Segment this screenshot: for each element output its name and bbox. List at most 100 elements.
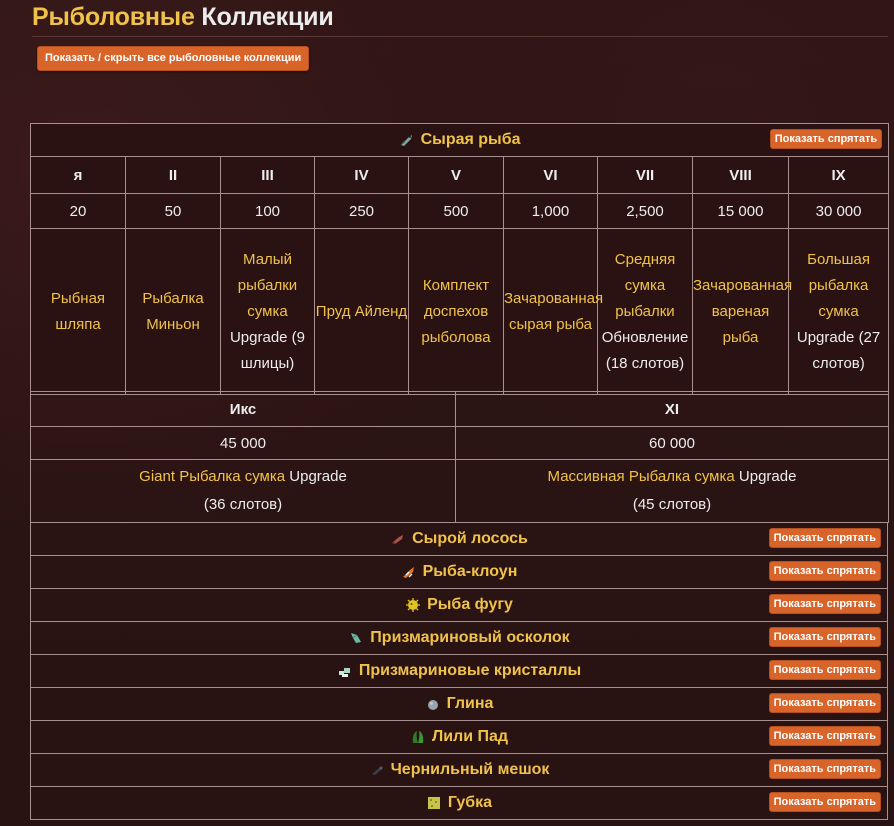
raw-salmon-icon bbox=[390, 531, 406, 547]
lily-pad-icon bbox=[410, 729, 426, 745]
tier-label: V bbox=[408, 156, 504, 194]
reward-link[interactable]: Рыбная шляпа bbox=[51, 290, 105, 333]
category-label: Глина bbox=[446, 695, 494, 712]
ink-sac-show-hide-button[interactable]: Показать спрятать bbox=[768, 759, 881, 779]
title-part-collections: Коллекции bbox=[201, 3, 334, 31]
tier-amount: 500 bbox=[408, 193, 504, 229]
category-label: Призмариновый осколок bbox=[370, 629, 570, 646]
amount-row: 20 50 100 250 500 1,000 2,500 15 000 30 … bbox=[30, 193, 890, 229]
tier-label: VIII bbox=[692, 156, 789, 194]
ink-sac-icon bbox=[369, 762, 385, 778]
tier-reward: Giant Рыбалка сумка Upgrade (36 слотов) bbox=[30, 459, 456, 523]
tier-reward: Комплект доспехов рыболова bbox=[408, 228, 504, 395]
category-label: Чернильный мешок bbox=[390, 761, 550, 778]
category-raw-salmon: Сырой лосось Показать спрятать bbox=[30, 522, 888, 556]
tier-label: я bbox=[30, 156, 126, 194]
tier-reward: Массивная Рыбалка сумка Upgrade (45 слот… bbox=[455, 459, 889, 523]
reward-link[interactable]: Пруд Айленд bbox=[316, 303, 407, 320]
tier-amount: 30 000 bbox=[787, 193, 890, 229]
sponge-show-hide-button[interactable]: Показать спрятать bbox=[768, 792, 881, 812]
reward-note: Обновление (18 слотов) bbox=[601, 328, 689, 372]
prismarine-crystals-show-hide-button[interactable]: Показать спрятать bbox=[768, 660, 881, 680]
reward-slots: (45 слотов) bbox=[632, 496, 712, 513]
raw-salmon-show-hide-button[interactable]: Показать спрятать bbox=[768, 528, 881, 548]
tier-amount: 250 bbox=[314, 193, 409, 229]
raw-fish-title: Сырая рыба bbox=[420, 131, 521, 148]
tier-label: II bbox=[125, 156, 221, 194]
reward-link[interactable]: Комплект доспехов рыболова bbox=[421, 277, 490, 346]
tier-label: VI bbox=[503, 156, 598, 194]
category-label: Губка bbox=[447, 794, 493, 811]
tier-amount: 20 bbox=[30, 193, 126, 229]
reward-link[interactable]: Малый рыбалки сумка bbox=[238, 251, 297, 320]
category-lily-pad: Лили Пад Показать спрятать bbox=[30, 721, 888, 754]
tier-amount: 100 bbox=[220, 193, 315, 229]
category-prismarine-shard: Призмариновый осколок Показать спрятать bbox=[30, 622, 888, 655]
category-ink-sac: Чернильный мешок Показать спрятать bbox=[30, 754, 888, 787]
reward-link[interactable]: Зачарованная вареная рыба bbox=[693, 277, 792, 346]
tier-row: я II III IV V VI VII VIII IX bbox=[30, 156, 890, 194]
pufferfish-icon bbox=[405, 597, 421, 613]
reward-link[interactable]: Средняя сумка рыбалки bbox=[615, 251, 675, 320]
tier-amount: 15 000 bbox=[692, 193, 789, 229]
tier-amount: 2,500 bbox=[597, 193, 693, 229]
clay-show-hide-button[interactable]: Показать спрятать bbox=[768, 693, 881, 713]
tier-amount: 50 bbox=[125, 193, 221, 229]
tier-label: VII bbox=[597, 156, 693, 194]
category-prismarine-crystals: Призмариновые кристаллы Показать спрятат… bbox=[30, 655, 888, 688]
prismarine-crystals-icon bbox=[337, 663, 353, 679]
tier-reward: Средняя сумка рыбалки Обновление (18 слот… bbox=[597, 228, 693, 395]
clownfish-icon bbox=[401, 564, 417, 580]
prismarine-shard-show-hide-button[interactable]: Показать спрятать bbox=[768, 627, 881, 647]
tier-reward: Рыбная шляпа bbox=[30, 228, 126, 395]
lily-pad-show-hide-button[interactable]: Показать спрятать bbox=[768, 726, 881, 746]
raw-fish-collection-table: Сырая рыба Показать спрятать я II III IV… bbox=[29, 123, 890, 395]
toggle-all-collections-button[interactable]: Показать / скрыть все рыболовные коллекц… bbox=[37, 46, 310, 71]
raw-fish-show-hide-button[interactable]: Показать спрятать bbox=[769, 129, 883, 149]
tier-amount: 1,000 bbox=[503, 193, 598, 229]
title-divider bbox=[32, 36, 888, 37]
tier-reward: Зачарованная вареная рыба bbox=[692, 228, 792, 395]
pufferfish-show-hide-button[interactable]: Показать спрятать bbox=[768, 594, 881, 614]
category-label: Рыба-клоун bbox=[422, 563, 518, 580]
tier-amount: 60 000 bbox=[455, 426, 889, 460]
tier-amount: 45 000 bbox=[30, 426, 456, 460]
tier-label: Икс bbox=[30, 391, 456, 427]
tier-label: XI bbox=[455, 391, 889, 427]
category-label: Призмариновые кристаллы bbox=[358, 662, 582, 679]
category-clay: Глина Показать спрятать bbox=[30, 688, 888, 721]
clownfish-show-hide-button[interactable]: Показать спрятать bbox=[768, 561, 881, 581]
tier-label: III bbox=[220, 156, 315, 194]
raw-fish-icon bbox=[399, 132, 415, 148]
tier-reward: Зачарованная сырая рыба bbox=[503, 228, 603, 395]
clay-icon bbox=[425, 696, 441, 712]
tier-label: IV bbox=[314, 156, 409, 194]
category-pufferfish: Рыба фугу Показать спрятать bbox=[30, 589, 888, 622]
tier-reward: Малый рыбалки сумка Upgrade (9 шлицы) bbox=[220, 228, 315, 395]
collection-category-list: Сырой лосось Показать спрятать Рыба-клоу… bbox=[30, 522, 888, 820]
reward-note: Upgrade bbox=[738, 468, 797, 485]
raw-fish-header: Сырая рыба Показать спрятать bbox=[29, 123, 890, 157]
category-sponge: Губка Показать спрятать bbox=[30, 787, 888, 820]
reward-link[interactable]: Зачарованная сырая рыба bbox=[504, 290, 603, 333]
reward-link[interactable]: Giant Рыбалка сумка bbox=[139, 468, 285, 485]
reward-link[interactable]: Большая рыбалка сумка bbox=[807, 251, 870, 320]
reward-note: Upgrade bbox=[289, 468, 347, 485]
tier-reward: Большая рыбалка сумка Upgrade (27 слотов) bbox=[787, 228, 890, 395]
tier-label: IX bbox=[787, 156, 890, 194]
reward-note: Upgrade (27 слотов) bbox=[796, 328, 881, 372]
category-label: Рыба фугу bbox=[427, 596, 513, 613]
raw-fish-extra-tiers-table: Икс XI 45 000 60 000 Giant Рыбалка сумка… bbox=[30, 391, 889, 523]
page-title: Рыболовные Коллекции bbox=[32, 3, 334, 32]
sponge-icon bbox=[426, 795, 442, 811]
category-label: Лили Пад bbox=[431, 728, 509, 745]
prismarine-shard-icon bbox=[348, 630, 364, 646]
reward-row: Рыбная шляпа Рыбалка Миньон Малый рыбалк… bbox=[30, 228, 890, 395]
reward-note: Upgrade (9 шлицы) bbox=[229, 328, 306, 372]
title-part-fishing: Рыболовные bbox=[32, 3, 195, 31]
reward-link[interactable]: Массивная Рыбалка сумка bbox=[548, 468, 735, 485]
tier-reward: Рыбалка Миньон bbox=[125, 228, 221, 395]
reward-link[interactable]: Рыбалка Миньон bbox=[142, 290, 203, 333]
tier-reward: Пруд Айленд bbox=[314, 228, 409, 395]
category-label: Сырой лосось bbox=[412, 530, 528, 547]
